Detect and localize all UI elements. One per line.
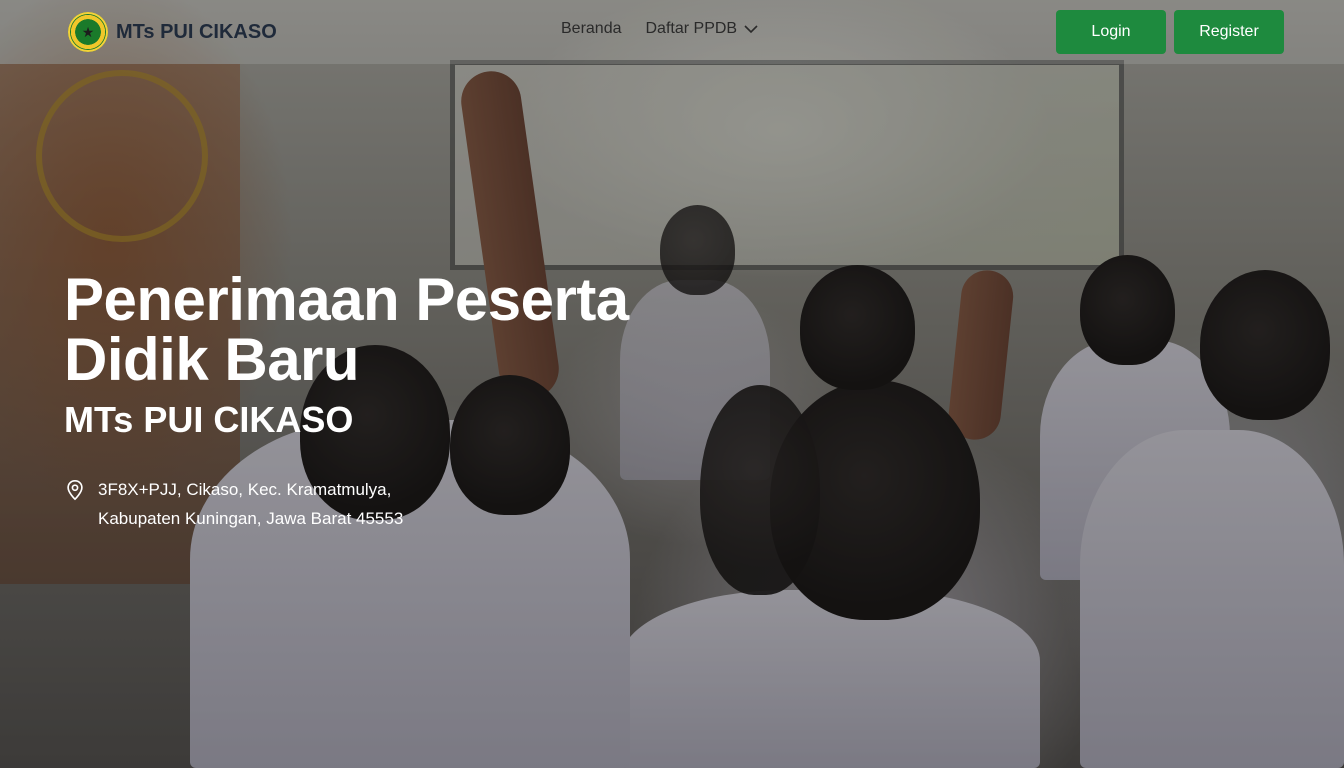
nav-item-beranda[interactable]: Beranda bbox=[561, 20, 622, 38]
chevron-down-icon bbox=[744, 25, 758, 34]
school-emblem-icon: ★ bbox=[68, 12, 108, 52]
register-button[interactable]: Register bbox=[1174, 10, 1284, 54]
nav-menu: Beranda Daftar PPDB bbox=[561, 20, 759, 38]
hero-section: ★ MTs PUI CIKASO Beranda Daftar PPDB Log… bbox=[0, 0, 1344, 768]
location-pin-icon bbox=[67, 480, 83, 501]
school-address: 3F8X+PJJ, Cikaso, Kec. Kramatmulya, Kabu… bbox=[64, 475, 403, 533]
nav-item-label: Daftar PPDB bbox=[645, 20, 738, 37]
address-line: Kabupaten Kuningan, Jawa Barat 45553 bbox=[98, 509, 404, 528]
hero-title: Penerimaan Peserta Didik Baru bbox=[64, 266, 629, 393]
nav-item-daftar-ppdb[interactable]: Daftar PPDB bbox=[646, 20, 760, 38]
address-text: 3F8X+PJJ, Cikaso, Kec. Kramatmulya, Kabu… bbox=[98, 475, 403, 533]
brand-link[interactable]: ★ MTs PUI CIKASO bbox=[68, 12, 277, 52]
login-button[interactable]: Login bbox=[1056, 10, 1166, 54]
navbar: ★ MTs PUI CIKASO Beranda Daftar PPDB Log… bbox=[0, 0, 1344, 64]
hero-subtitle: MTs PUI CIKASO bbox=[64, 399, 354, 440]
address-line: 3F8X+PJJ, Cikaso, Kec. Kramatmulya, bbox=[98, 480, 392, 499]
brand-name: MTs PUI CIKASO bbox=[116, 20, 277, 43]
